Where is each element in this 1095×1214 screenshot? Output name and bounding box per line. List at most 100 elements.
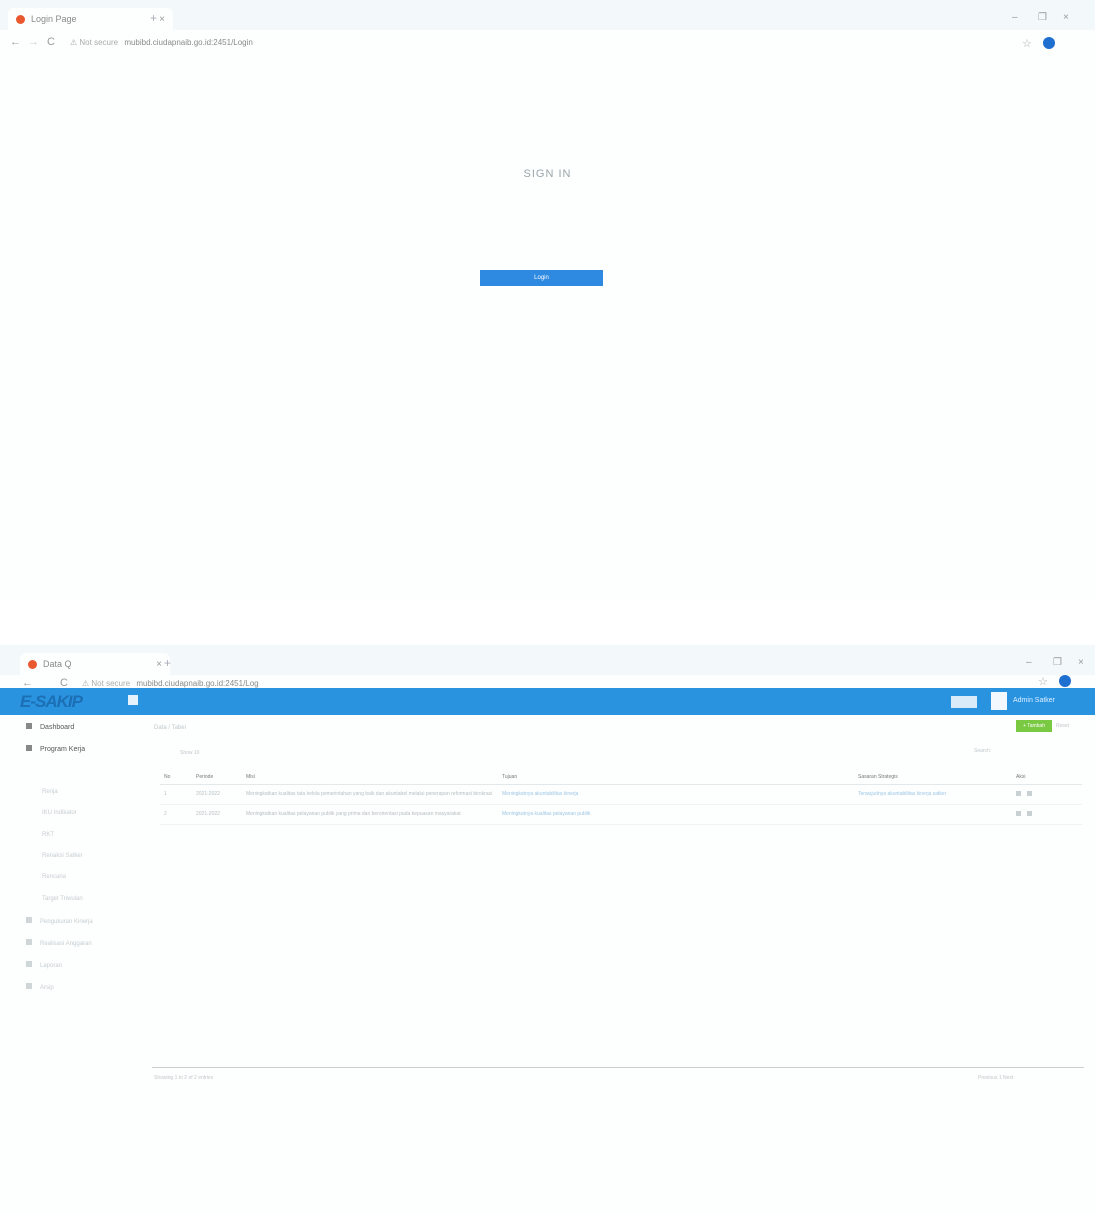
sidebar-item-group[interactable]: Arsip: [26, 983, 54, 991]
maximize-icon[interactable]: ❐: [1053, 657, 1062, 668]
not-secure-label: ⚠ Not secure: [70, 38, 119, 47]
back-arrow-icon[interactable]: ←: [10, 36, 21, 48]
cell-sasaran[interactable]: Terwujudnya akuntabilitas kinerja satker: [854, 784, 1012, 805]
delete-icon[interactable]: [1027, 811, 1032, 816]
bookmark-star-icon[interactable]: ☆: [1022, 37, 1032, 50]
sidebar-item-label: Dashboard: [40, 724, 75, 731]
table-info: Showing 1 to 2 of 2 entries: [154, 1075, 214, 1081]
tab-title: Data Q: [43, 659, 72, 669]
cell-tujuan[interactable]: Meningkatnya akuntabilitas kinerja: [498, 784, 640, 805]
sidebar: Dashboard Program Kerja Renja IKU Indika…: [0, 715, 140, 1214]
delete-icon[interactable]: [1027, 791, 1032, 796]
sidebar-item-dashboard[interactable]: Dashboard: [26, 723, 74, 731]
tab-login-page[interactable]: Login Page ×: [8, 8, 173, 30]
table-footer-divider: [152, 1067, 1084, 1068]
column-header[interactable]: Tujuan: [498, 770, 640, 785]
table-row: 2 2021-2022 Meningkatkan kualitas pelaya…: [160, 804, 1082, 825]
fullscreen-icon[interactable]: [951, 696, 977, 708]
sidebar-subitem[interactable]: IKU Indikator: [42, 810, 77, 816]
close-window-icon[interactable]: ×: [1063, 12, 1069, 23]
pagination[interactable]: Previous 1 Next: [978, 1075, 1013, 1081]
maximize-icon[interactable]: ❐: [1038, 12, 1047, 23]
sidebar-subitem[interactable]: RKT: [42, 832, 54, 838]
table-row: 1 2021-2022 Meningkatkan kualitas tata k…: [160, 784, 1082, 805]
forward-arrow-icon[interactable]: →: [28, 36, 39, 48]
minimize-icon[interactable]: –: [1026, 657, 1032, 668]
user-name[interactable]: Admin Satker: [1013, 697, 1055, 704]
url-field[interactable]: ⚠ Not secure mubibd.ciudapnaib.go.id:245…: [70, 38, 253, 47]
column-header[interactable]: Sasaran Strategis: [854, 770, 1012, 785]
tab-close-icon[interactable]: ×: [156, 659, 162, 670]
sidebar-subitem[interactable]: Rencana: [42, 874, 66, 880]
table-header-row: No Periode Misi Tujuan Sasaran Strategis…: [160, 770, 1082, 785]
add-button[interactable]: + Tambah: [1016, 720, 1052, 732]
app-logo: E-SAKIP: [20, 692, 83, 711]
sidebar-item-label: Pengukuran Kinerja: [40, 919, 93, 925]
cell-no: 2: [160, 804, 192, 825]
column-header[interactable]: Misi: [242, 770, 498, 785]
cell-actions: [1012, 804, 1082, 825]
cell-actions: [1012, 784, 1082, 805]
sidebar-item-label: Realisasi Anggaran: [40, 941, 92, 947]
sidebar-item-group[interactable]: Realisasi Anggaran: [26, 939, 92, 947]
bookmark-star-icon[interactable]: ☆: [1038, 675, 1048, 688]
cell-blank: [640, 804, 854, 825]
reset-button[interactable]: Reset: [1056, 723, 1069, 729]
cell-misi: Meningkatkan kualitas pelayanan publik y…: [242, 804, 498, 825]
minimize-icon[interactable]: –: [1012, 12, 1018, 23]
favicon-icon: [28, 659, 37, 669]
gear-icon: [26, 961, 32, 967]
favicon-icon: [16, 14, 25, 24]
sign-in-title: SIGN IN: [523, 168, 572, 180]
column-header[interactable]: [640, 770, 854, 785]
login-button[interactable]: Login: [480, 270, 603, 286]
url-text: mubibd.ciudapnaib.go.id:2451/Log: [136, 679, 259, 688]
cell-misi: Meningkatkan kualitas tata kelola pemeri…: [242, 784, 498, 805]
column-header[interactable]: No: [160, 770, 192, 785]
close-window-icon[interactable]: ×: [1078, 657, 1084, 668]
tab-close-icon[interactable]: ×: [159, 14, 165, 25]
monitor-icon: [26, 939, 32, 945]
tab-title: Login Page: [31, 14, 77, 24]
monitor-icon: [26, 983, 32, 989]
edit-icon[interactable]: [1016, 791, 1021, 796]
monitor-icon: [26, 917, 32, 923]
cell-periode: 2021-2022: [192, 784, 242, 805]
breadcrumb: Data / Tabel: [154, 725, 186, 731]
sidebar-subitem[interactable]: Renaksi Satker: [42, 853, 83, 859]
profile-avatar-icon[interactable]: [1059, 675, 1071, 687]
cell-tujuan[interactable]: Meningkatnya kualitas pelayanan publik: [498, 804, 640, 825]
login-screenshot: Login Page × + – ❐ × ← → C ⚠ Not secure …: [0, 0, 1095, 600]
sidebar-item-label: Laporan: [40, 963, 63, 969]
address-bar: ← → C ⚠ Not secure mubibd.ciudapnaib.go.…: [0, 30, 1095, 56]
cell-no: 1: [160, 784, 192, 805]
sidebar-item-label: Program Kerja: [40, 746, 86, 753]
edit-icon[interactable]: [1016, 811, 1021, 816]
url-text: mubibd.ciudapnaib.go.id:2451/Login: [124, 38, 253, 47]
new-tab-button[interactable]: +: [164, 656, 171, 670]
menu-toggle-icon[interactable]: [128, 695, 138, 705]
cell-blank: [640, 784, 854, 805]
column-header: Aksi: [1012, 770, 1082, 785]
cell-sasaran[interactable]: [854, 804, 1012, 825]
page-length-select[interactable]: Show 10: [180, 750, 199, 756]
not-secure-label: ⚠ Not secure: [82, 679, 131, 688]
home-icon: [26, 723, 32, 729]
user-avatar[interactable]: [991, 692, 1007, 710]
sidebar-item-program[interactable]: Program Kerja: [26, 745, 85, 753]
sidebar-item-label: Arsip: [40, 985, 54, 991]
new-tab-button[interactable]: +: [150, 11, 157, 25]
sidebar-item-group[interactable]: Pengukuran Kinerja: [26, 917, 93, 925]
profile-avatar-icon[interactable]: [1043, 37, 1055, 49]
sidebar-subitem[interactable]: Target Triwulan: [42, 896, 83, 902]
search-input[interactable]: Search:: [974, 748, 991, 754]
url-field[interactable]: ⚠ Not secure mubibd.ciudapnaib.go.id:245…: [82, 679, 259, 688]
folder-icon: [26, 745, 32, 751]
sidebar-subitem[interactable]: Renja: [42, 789, 58, 795]
sidebar-item-group[interactable]: Laporan: [26, 961, 62, 969]
data-table: No Periode Misi Tujuan Sasaran Strategis…: [160, 770, 1082, 825]
main-content: Data / Tabel + Tambah Reset Show 10 Sear…: [146, 715, 1090, 1095]
reload-icon[interactable]: C: [47, 36, 55, 48]
column-header[interactable]: Periode: [192, 770, 242, 785]
dashboard-screenshot: Data Q × + – ❐ × ← C ⚠ Not secure mubibd…: [0, 645, 1095, 1214]
